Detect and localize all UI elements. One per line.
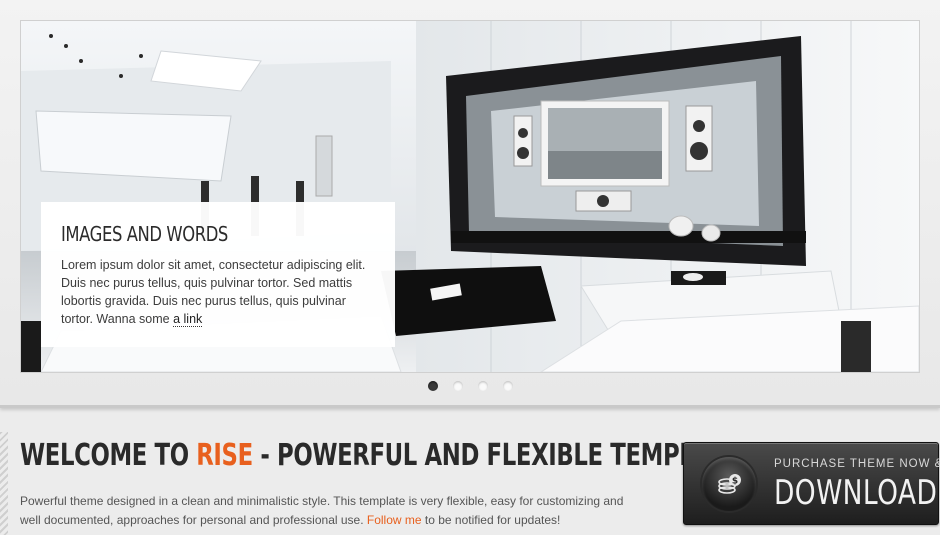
welcome-title-suffix: - POWERFUL AND FLEXIBLE TEMPLATE — [252, 438, 740, 473]
welcome-title: WELCOME TO RISE - POWERFUL AND FLEXIBLE … — [20, 438, 740, 473]
caption-text: Lorem ipsum dolor sit amet, consectetur … — [61, 256, 375, 328]
slider-dot-1[interactable] — [428, 381, 438, 391]
download-button-label: DOWNLOAD — [774, 473, 938, 513]
slider-dot-2[interactable] — [453, 381, 463, 391]
caption-body: Lorem ipsum dolor sit amet, consectetur … — [61, 258, 366, 326]
slide-caption: IMAGES AND WORDS Lorem ipsum dolor sit a… — [41, 202, 395, 347]
slider-dot-4[interactable] — [503, 381, 513, 391]
decorative-stripe — [0, 432, 8, 535]
welcome-description: Powerful theme designed in a clean and m… — [20, 492, 640, 530]
caption-link[interactable]: a link — [173, 312, 203, 327]
slider: IMAGES AND WORDS Lorem ipsum dolor sit a… — [0, 0, 940, 408]
money-coin-icon: $ — [702, 457, 756, 511]
download-button-subtitle: PURCHASE THEME NOW & — [774, 458, 940, 470]
download-button[interactable]: $ PURCHASE THEME NOW & DOWNLOAD — [683, 442, 940, 525]
slider-pagination — [428, 381, 513, 391]
welcome-title-brand: RISE — [196, 438, 253, 473]
caption-title: IMAGES AND WORDS — [61, 222, 228, 246]
welcome-description-end: to be notified for updates! — [421, 513, 561, 527]
slider-dot-3[interactable] — [478, 381, 488, 391]
svg-text:$: $ — [732, 477, 738, 487]
welcome-title-prefix: WELCOME TO — [20, 438, 197, 473]
follow-me-link[interactable]: Follow me — [367, 513, 422, 527]
